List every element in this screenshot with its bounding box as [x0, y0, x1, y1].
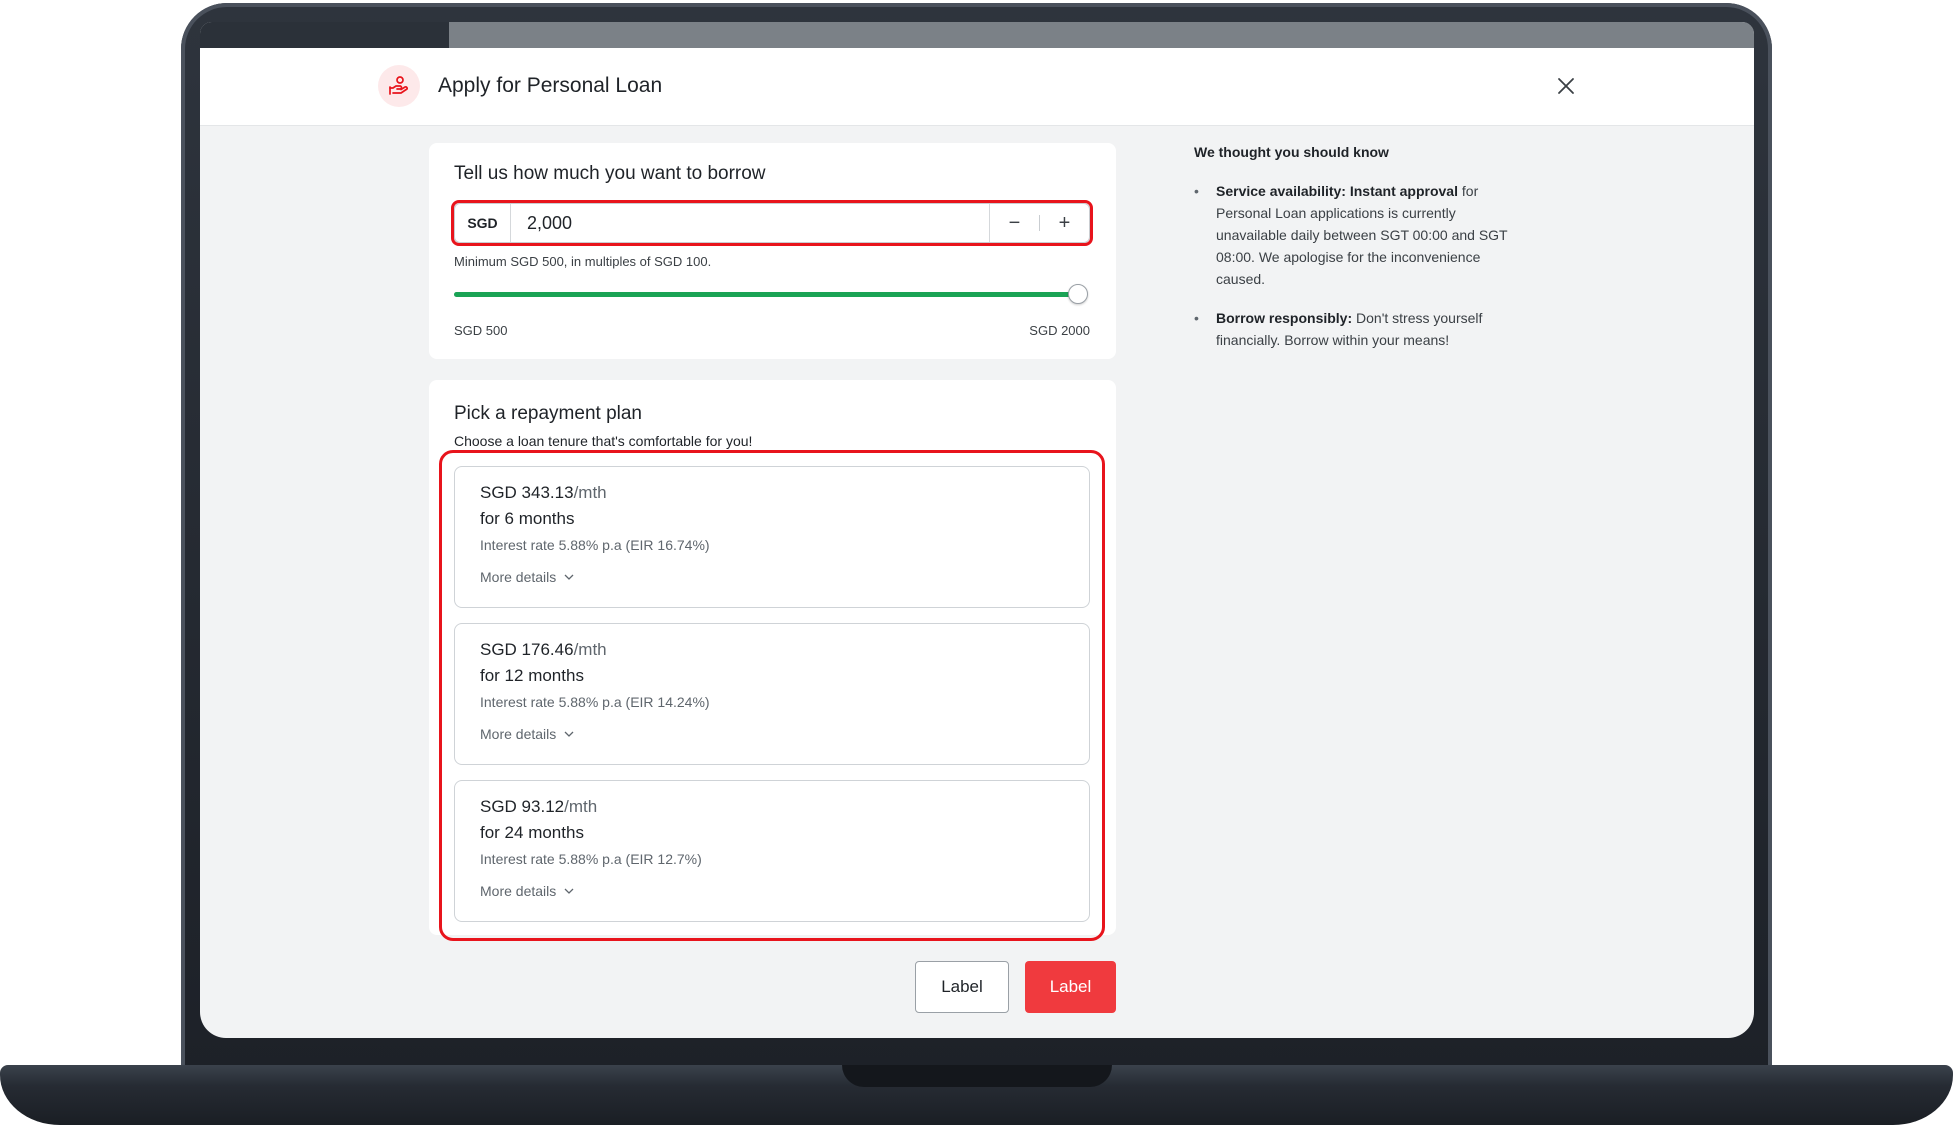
primary-button[interactable]: Label — [1025, 961, 1116, 1013]
plan-price-unit: /mth — [564, 797, 598, 816]
more-details-label: More details — [480, 569, 557, 585]
amount-slider[interactable] — [454, 292, 1078, 297]
progress-bar — [200, 22, 1754, 48]
more-details-toggle[interactable]: More details — [480, 726, 574, 742]
info-item-heading: Service availability: Instant approval — [1216, 183, 1458, 199]
plan-option-12-months[interactable]: SGD 176.46/mth for 12 months Interest ra… — [454, 623, 1090, 765]
info-item-service-availability: Service availability: Instant approval f… — [1194, 180, 1514, 290]
plan-monthly-price: SGD 343.13/mth — [480, 483, 607, 503]
increase-amount-button[interactable]: + — [1040, 204, 1089, 242]
slider-thumb[interactable] — [1068, 284, 1088, 304]
app-header: Apply for Personal Loan — [200, 48, 1754, 126]
plan-tenure: for 6 months — [480, 509, 575, 528]
repayment-plan-subtitle: Choose a loan tenure that's comfortable … — [454, 433, 753, 449]
repayment-plan-title: Pick a repayment plan — [454, 403, 642, 424]
plan-price-unit: /mth — [573, 640, 607, 659]
plan-price-value: SGD 176.46 — [480, 640, 574, 659]
info-title: We thought you should know — [1194, 144, 1389, 160]
laptop-notch — [842, 1065, 1112, 1087]
plan-tenure: for 12 months — [480, 666, 584, 685]
plan-interest-rate: Interest rate 5.88% p.a (EIR 14.24%) — [480, 694, 710, 710]
amount-stepper: − + — [989, 204, 1089, 242]
info-item-borrow-responsibly: Borrow responsibly: Don't stress yoursel… — [1194, 307, 1514, 351]
currency-prefix: SGD — [455, 204, 511, 242]
chevron-down-icon — [564, 731, 574, 737]
info-item-heading: Borrow responsibly: — [1216, 310, 1353, 326]
more-details-label: More details — [480, 726, 557, 742]
loan-amount-field: SGD − + — [454, 203, 1090, 243]
plan-option-24-months[interactable]: SGD 93.12/mth for 24 months Interest rat… — [454, 780, 1090, 922]
secondary-button[interactable]: Label — [915, 961, 1009, 1013]
slider-fill — [454, 292, 1078, 297]
plan-price-unit: /mth — [573, 483, 607, 502]
slider-max-label: SGD 2000 — [1029, 323, 1090, 338]
plan-tenure: for 24 months — [480, 823, 584, 842]
more-details-toggle[interactable]: More details — [480, 883, 574, 899]
close-button[interactable] — [1552, 72, 1580, 100]
info-list: Service availability: Instant approval f… — [1194, 180, 1514, 351]
chevron-down-icon — [564, 888, 574, 894]
plan-interest-rate: Interest rate 5.88% p.a (EIR 12.7%) — [480, 851, 702, 867]
info-panel: We thought you should know Service avail… — [1194, 144, 1514, 368]
slider-min-label: SGD 500 — [454, 323, 508, 338]
plan-option-6-months[interactable]: SGD 343.13/mth for 6 months Interest rat… — [454, 466, 1090, 608]
plan-price-value: SGD 93.12 — [480, 797, 565, 816]
page-title: Apply for Personal Loan — [438, 74, 663, 97]
plan-monthly-price: SGD 176.46/mth — [480, 640, 607, 660]
borrow-amount-card: Tell us how much you want to borrow SGD … — [429, 143, 1116, 359]
plan-interest-rate: Interest rate 5.88% p.a (EIR 16.74%) — [480, 537, 710, 553]
amount-helper-text: Minimum SGD 500, in multiples of SGD 100… — [454, 254, 712, 269]
plan-monthly-price: SGD 93.12/mth — [480, 797, 597, 817]
chevron-down-icon — [564, 574, 574, 580]
progress-fill — [200, 22, 449, 48]
repayment-plan-card: Pick a repayment plan Choose a loan tenu… — [429, 380, 1116, 941]
plan-price-value: SGD 343.13 — [480, 483, 574, 502]
app-screen: Apply for Personal Loan Tell us how much… — [200, 22, 1754, 1038]
decrease-amount-button[interactable]: − — [990, 204, 1039, 242]
more-details-label: More details — [480, 883, 557, 899]
more-details-toggle[interactable]: More details — [480, 569, 574, 585]
close-icon[interactable] — [1557, 77, 1575, 95]
loan-amount-input[interactable] — [511, 204, 989, 242]
hand-holding-money-icon — [378, 65, 420, 107]
borrow-amount-title: Tell us how much you want to borrow — [454, 163, 766, 184]
